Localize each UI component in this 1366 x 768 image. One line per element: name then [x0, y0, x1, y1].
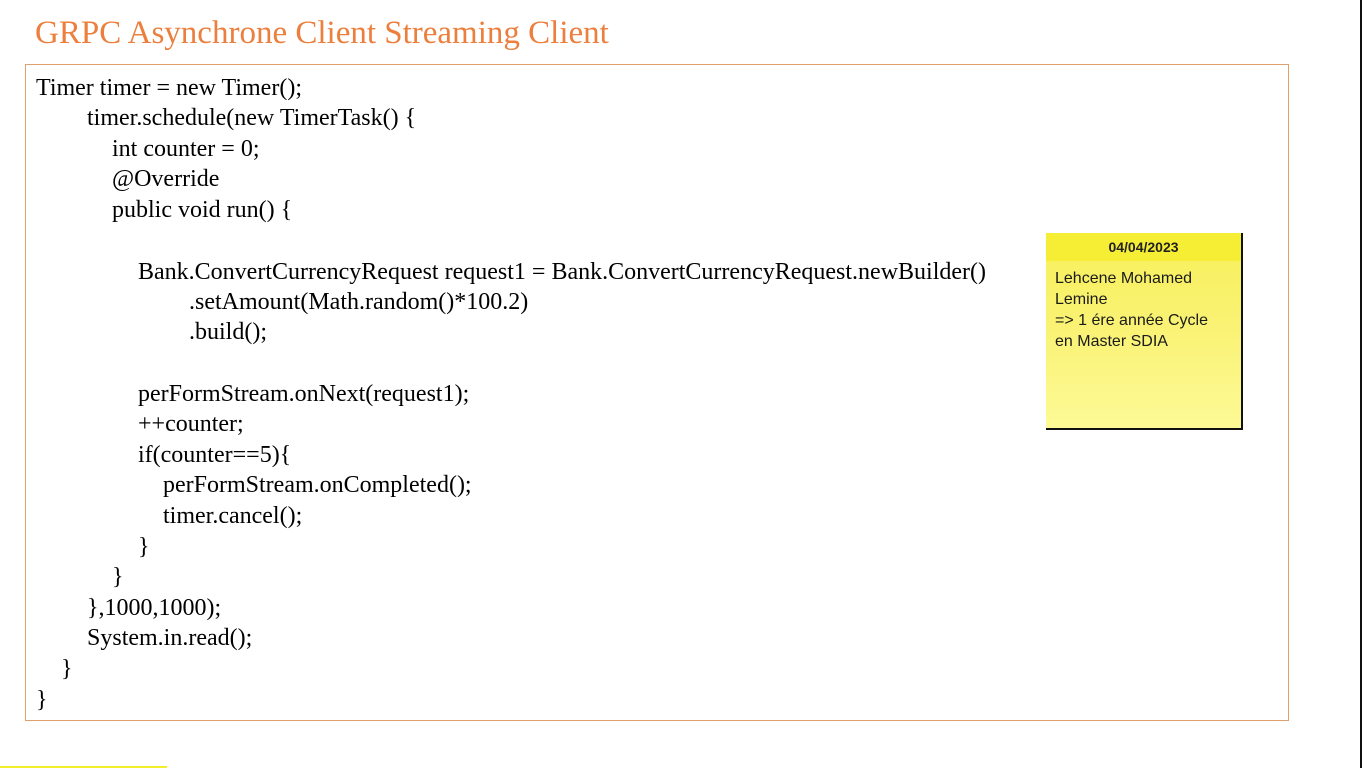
code-line-2: timer.schedule(new TimerTask() { — [87, 105, 417, 131]
sticky-note-line-3: => 1 ére année Cycle — [1055, 312, 1208, 329]
code-line-3: int counter = 0; — [112, 136, 260, 162]
sticky-note: 04/04/2023 Lehcene Mohamed Lemine => 1 é… — [1046, 233, 1243, 430]
code-line-10: ++counter; — [138, 411, 244, 437]
code-line-13: timer.cancel(); — [163, 503, 303, 529]
sticky-note-line-4: en Master SDIA — [1055, 333, 1168, 350]
code-line-14: } — [138, 534, 150, 560]
window-edge — [1360, 0, 1362, 768]
code-line-19: } — [36, 687, 48, 713]
slide: GRPC Asynchrone Client Streaming Client … — [0, 0, 1366, 768]
code-line-6: Bank.ConvertCurrencyRequest request1 = B… — [138, 259, 986, 285]
sticky-note-line-1: Lehcene Mohamed — [1055, 270, 1192, 287]
slide-title: GRPC Asynchrone Client Streaming Client — [35, 15, 609, 51]
code-line-8: .build(); — [189, 319, 267, 345]
code-line-16: },1000,1000); — [87, 595, 222, 621]
code-line-5: public void run() { — [112, 197, 293, 223]
code-line-7: .setAmount(Math.random()*100.2) — [189, 289, 529, 315]
sticky-note-date: 04/04/2023 — [1046, 233, 1241, 261]
code-line-9: perFormStream.onNext(request1); — [138, 381, 470, 407]
code-line-18: } — [61, 656, 73, 682]
code-line-17: System.in.read(); — [87, 625, 253, 651]
sticky-note-line-2: Lemine — [1055, 291, 1108, 308]
code-line-1: Timer timer = new Timer(); — [36, 75, 302, 101]
code-line-12: perFormStream.onCompleted(); — [163, 472, 472, 498]
code-line-4: @Override — [112, 166, 220, 192]
sticky-note-body: Lehcene Mohamed Lemine => 1 ére année Cy… — [1055, 268, 1243, 352]
code-line-15: } — [112, 564, 124, 590]
code-line-11: if(counter==5){ — [138, 442, 292, 468]
